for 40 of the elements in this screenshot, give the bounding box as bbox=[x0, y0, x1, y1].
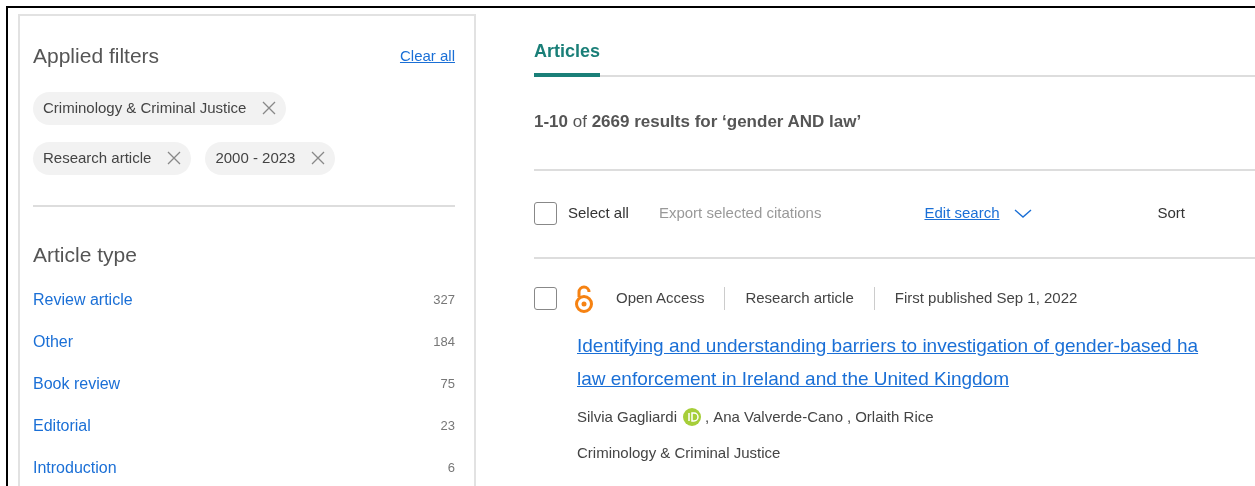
close-icon bbox=[167, 151, 182, 165]
section-heading: Article type bbox=[33, 241, 138, 268]
facet-link[interactable]: Book review bbox=[33, 372, 121, 396]
article-title-link[interactable]: Identifying and understanding barriers to investigation of gender-based ha bbox=[577, 333, 1199, 358]
chevron-down-icon[interactable] bbox=[1013, 208, 1032, 219]
close-icon bbox=[262, 101, 277, 115]
orcid-icon[interactable] bbox=[683, 407, 702, 426]
edit-search-link[interactable]: Edit search bbox=[924, 202, 1000, 225]
author-link[interactable]: Ana Valverde-Cano bbox=[713, 405, 844, 428]
filter-chip[interactable]: 2000 - 2023 bbox=[205, 141, 336, 175]
panel-heading: Applied filters bbox=[33, 43, 160, 69]
article-title-link[interactable]: law enforcement in Ireland and the United Kingdom bbox=[577, 366, 1199, 391]
article-meta: Open Access bbox=[616, 288, 705, 309]
clear-all-link[interactable]: Clear all bbox=[399, 44, 455, 67]
facet-count: 75 bbox=[440, 375, 455, 394]
facet-link[interactable]: Editorial bbox=[33, 414, 91, 438]
results-summary: 1-10 of 2669 results for ‘gender AND law’ bbox=[534, 112, 862, 131]
journal-name: Criminology & Criminal Justice bbox=[577, 443, 782, 463]
facet-count: 184 bbox=[433, 333, 455, 352]
select-all-label: Select all bbox=[568, 203, 629, 224]
facet-count: 23 bbox=[440, 417, 455, 436]
facet-link[interactable]: Introduction bbox=[33, 456, 117, 480]
filter-chip[interactable]: Criminology & Criminal Justice bbox=[33, 91, 287, 125]
checkbox[interactable] bbox=[534, 202, 557, 225]
facet-link[interactable]: Other bbox=[33, 330, 73, 354]
sort-label: Sort bbox=[1157, 203, 1186, 224]
close-icon bbox=[311, 151, 326, 165]
article-meta: Research article bbox=[724, 287, 854, 310]
facet-count: 6 bbox=[447, 459, 455, 478]
author-link[interactable]: Silvia Gagliardi bbox=[577, 405, 678, 428]
comma: , bbox=[847, 406, 852, 427]
tab[interactable]: Articles bbox=[534, 38, 601, 77]
export-citations: Export selected citations bbox=[658, 203, 822, 224]
comma: , bbox=[705, 406, 710, 427]
facet-link[interactable]: Review article bbox=[33, 288, 133, 312]
article-meta: First published Sep 1, 2022 bbox=[873, 287, 1078, 310]
filter-chip[interactable]: Research article bbox=[33, 141, 192, 175]
checkbox[interactable] bbox=[534, 286, 557, 310]
facet-count: 327 bbox=[433, 291, 455, 310]
author-link[interactable]: Orlaith Rice bbox=[855, 405, 934, 428]
